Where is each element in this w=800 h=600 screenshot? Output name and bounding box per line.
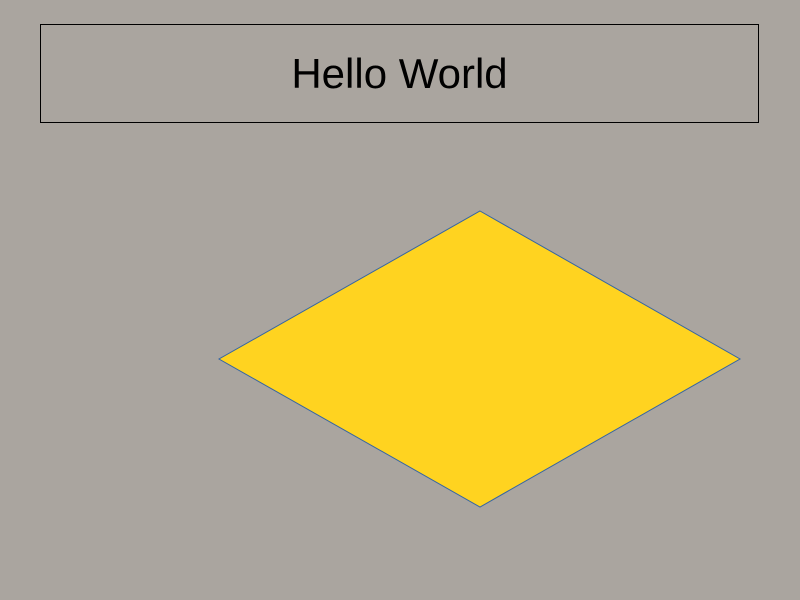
diamond-shape[interactable] xyxy=(217,210,742,508)
slide-canvas: Hello World xyxy=(0,0,800,600)
shape-layer xyxy=(217,210,742,508)
